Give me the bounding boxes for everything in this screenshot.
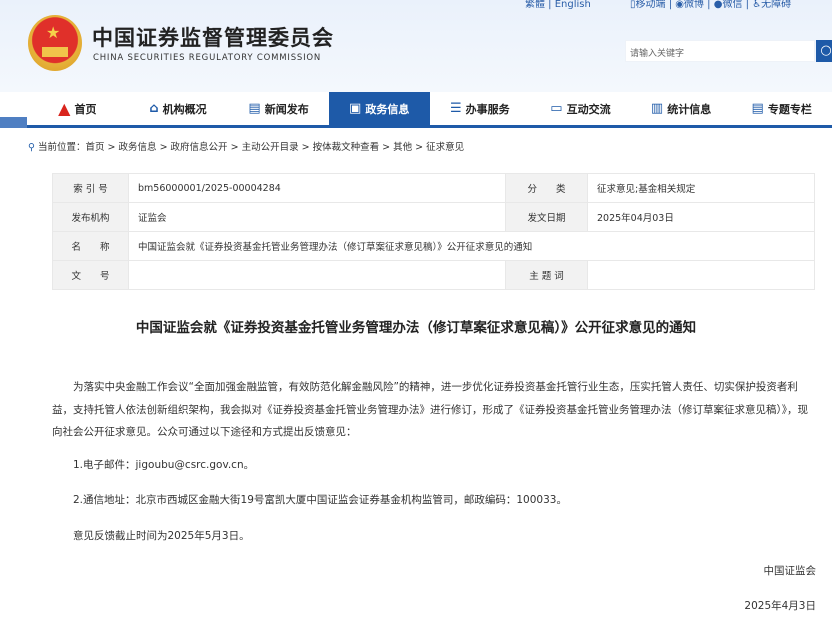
- site-title[interactable]: 中国证券监督管理委员会: [92, 22, 334, 52]
- nav-label: 政务信息: [365, 102, 410, 116]
- article-body: 为落实中央金融工作会议“全面加强金融监管，有效防范化解金融风险”的精神，进一步优…: [52, 376, 818, 560]
- nav-label: 新闻发布: [264, 102, 309, 116]
- paragraph: 意见反馈截止时间为2025年5月3日。: [73, 529, 250, 542]
- document-icon: ▤: [751, 101, 764, 116]
- sign-date: 2025年4月3日: [744, 600, 816, 612]
- nav-gov-info[interactable]: ▣ 政务信息: [328, 92, 430, 125]
- english-link[interactable]: English: [555, 0, 591, 10]
- date-label: 发文日期: [505, 202, 588, 232]
- nav-topics[interactable]: ▤ 专题专栏: [731, 92, 832, 125]
- article-title: 中国证监会就《证券投资基金托管业务管理办法（修订草案征求意见稿）》公开征求意见的…: [135, 320, 697, 336]
- accessibility-link[interactable]: 无障碍: [761, 0, 791, 10]
- breadcrumb-link[interactable]: 主动公开目录: [242, 142, 299, 153]
- paragraph: 1.电子邮件：jigoubu@csrc.gov.cn。: [73, 458, 255, 471]
- name-value: 中国证监会就《证券投资基金托管业务管理办法（修订草案征求意见稿）》公开征求意见的…: [128, 231, 815, 261]
- nav-statistics[interactable]: ▥ 统计信息: [631, 92, 732, 125]
- breadcrumb-link[interactable]: 政务信息: [119, 142, 157, 153]
- subject-label: 主 题 词: [505, 260, 588, 290]
- nav-label: 互动交流: [566, 102, 611, 116]
- search-icon: ○: [820, 43, 832, 58]
- news-icon: ▤: [248, 101, 261, 116]
- publisher-value: 证监会: [128, 202, 506, 232]
- bar-chart-icon: ▥: [650, 101, 664, 116]
- paragraph: 为落实中央金融工作会议“全面加强金融监管，有效防范化解金融风险”的精神，进一步优…: [52, 381, 808, 438]
- breadcrumb-link[interactable]: 政府信息公开: [171, 142, 228, 153]
- breadcrumb-link[interactable]: 征求意见: [426, 142, 464, 153]
- document-meta-table: 索 引 号 bm56000001/2025-00004284 分 类 征求意见;…: [52, 173, 815, 290]
- nav-label: 办事服务: [465, 102, 510, 116]
- date-value: 2025年04月03日: [587, 202, 815, 232]
- breadcrumb-link[interactable]: 其他: [393, 142, 412, 153]
- language-links: 繁體 | English: [525, 0, 591, 10]
- breadcrumb-link[interactable]: 按体裁文种查看: [313, 142, 380, 153]
- building-icon: ⌂: [149, 101, 159, 116]
- monitor-icon: ▣: [349, 101, 362, 116]
- nav-label: 专题专栏: [767, 102, 812, 116]
- site-subtitle: CHINA SECURITIES REGULATORY COMMISSION: [93, 53, 322, 63]
- national-emblem-icon: ★: [28, 15, 82, 71]
- search-input[interactable]: 请输入关键字: [625, 40, 815, 62]
- nav-news[interactable]: ▤ 新闻发布: [228, 92, 329, 125]
- nav-label: 首页: [74, 102, 97, 116]
- subject-value: [587, 260, 815, 290]
- nav-decoration: [0, 117, 28, 128]
- home-logo-icon: ▲: [58, 99, 71, 118]
- nav-services[interactable]: ☰ 办事服务: [430, 92, 531, 125]
- nav-about[interactable]: ⌂ 机构概况: [128, 92, 229, 125]
- mobile-link[interactable]: 移动端: [636, 0, 666, 10]
- weibo-icon: ◉: [675, 0, 684, 10]
- accessibility-icon: ♿: [752, 0, 762, 10]
- nav-interaction[interactable]: ▭ 互动交流: [530, 92, 631, 125]
- location-pin-icon: ⚲: [28, 142, 35, 153]
- category-label: 分 类: [505, 173, 588, 203]
- breadcrumb-prefix: 当前位置：: [38, 142, 86, 153]
- chat-icon: ▭: [550, 101, 563, 116]
- search-button[interactable]: ○: [816, 40, 832, 62]
- wechat-link[interactable]: 微信: [722, 0, 742, 10]
- traditional-chinese-link[interactable]: 繁體: [525, 0, 545, 10]
- breadcrumb: ⚲ 当前位置：首页 > 政务信息 > 政府信息公开 > 主动公开目录 > 按体裁…: [28, 142, 465, 153]
- nav-label: 统计信息: [667, 102, 712, 116]
- category-value: 征求意见;基金相关规定: [587, 173, 815, 203]
- weibo-link[interactable]: 微博: [684, 0, 704, 10]
- docno-value: [128, 260, 506, 290]
- channel-links: ▯移动端 | ◉微博 | ●微信 | ♿无障碍: [630, 0, 792, 10]
- docno-label: 文 号: [52, 260, 129, 290]
- form-icon: ☰: [449, 101, 462, 116]
- index-label: 索 引 号: [52, 173, 129, 203]
- breadcrumb-link[interactable]: 首页: [86, 142, 105, 153]
- name-label: 名 称: [52, 231, 129, 261]
- site-header: 繁體 | English ▯移动端 | ◉微博 | ●微信 | ♿无障碍 ★ 中…: [0, 0, 832, 92]
- index-value: bm56000001/2025-00004284: [128, 173, 506, 203]
- signer: 中国证监会: [763, 565, 817, 577]
- paragraph: 2.通信地址：北京市西城区金融大街19号富凯大厦中国证监会证券基金机构监管司，邮…: [73, 494, 567, 506]
- main-nav: ▲ 首页 ⌂ 机构概况 ▤ 新闻发布 ▣ 政务信息 ☰ 办事服务 ▭ 互动交流 ▥ 统计信息 …: [27, 92, 832, 128]
- publisher-label: 发布机构: [52, 202, 129, 232]
- nav-home[interactable]: ▲ 首页: [27, 92, 128, 125]
- nav-label: 机构概况: [162, 102, 207, 116]
